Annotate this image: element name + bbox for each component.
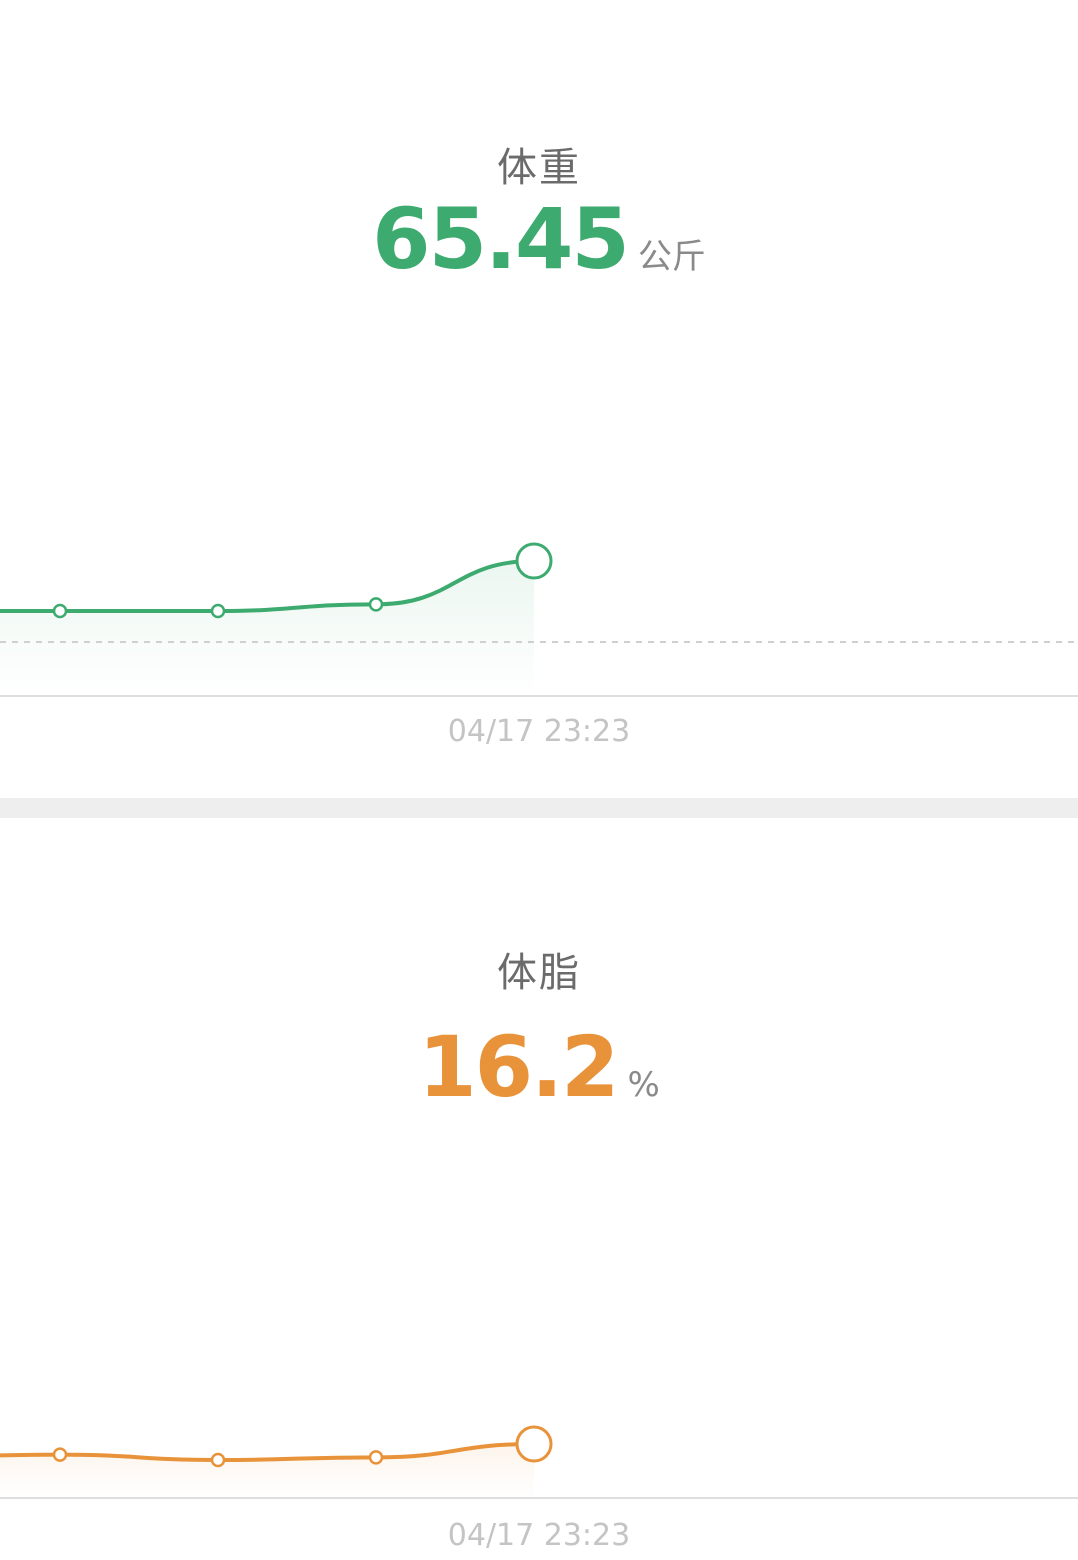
- body-fat-timestamp: 04/17 23:23: [447, 1518, 631, 1553]
- weight-point-3: [368, 597, 384, 612]
- weight-current-point: [515, 542, 553, 580]
- body-fat-card[interactable]: 体脂 16.2 % 04/17 23:23: [0, 818, 1078, 1560]
- weight-unit: 公斤: [637, 237, 706, 277]
- body-fat-point-2: [210, 1452, 226, 1468]
- weight-point-2: [210, 603, 226, 619]
- body-fat-current-point: [515, 1425, 553, 1463]
- body-fat-point-1: [52, 1447, 68, 1462]
- body-fat-title: 体脂: [497, 950, 581, 996]
- body-fat-value-row: 16.2 %: [0, 1018, 1078, 1116]
- weight-point-1: [52, 603, 68, 619]
- weight-trend-chart[interactable]: [0, 500, 1078, 700]
- body-fat-point-3: [368, 1450, 384, 1465]
- section-divider: [0, 798, 1078, 818]
- weight-title: 体重: [497, 145, 581, 191]
- body-fat-value: 16.2: [418, 1018, 619, 1116]
- body-fat-trend-chart[interactable]: [0, 1378, 1078, 1508]
- weight-value-row: 65.45 公斤: [0, 190, 1078, 288]
- body-fat-unit: %: [627, 1065, 660, 1105]
- weight-value: 65.45: [372, 190, 630, 288]
- weight-card[interactable]: 体重 65.45 公斤 04/17 23:23: [0, 0, 1078, 798]
- weight-timestamp: 04/17 23:23: [447, 714, 631, 749]
